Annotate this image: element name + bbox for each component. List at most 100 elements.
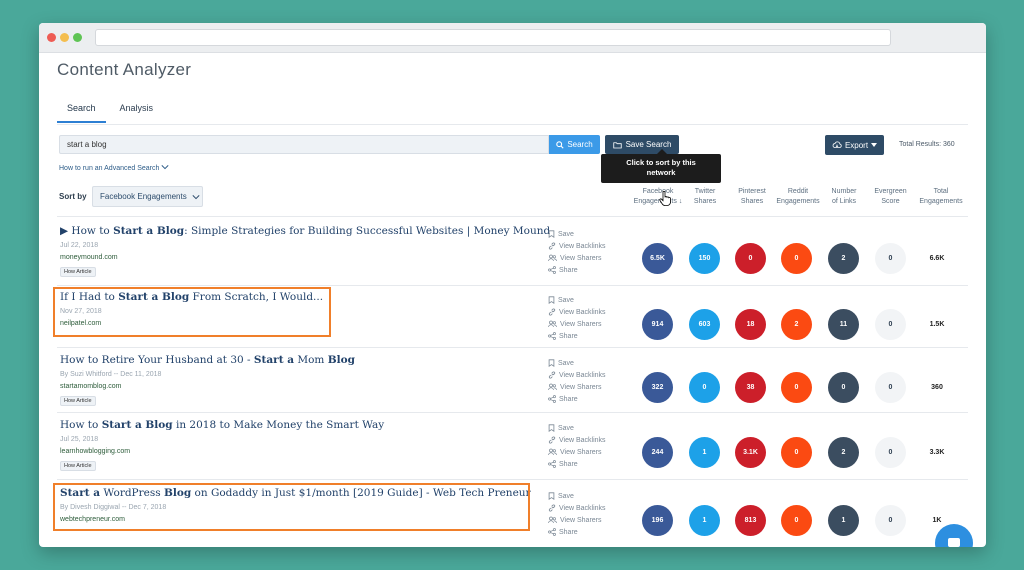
col-line1: Evergreen: [874, 188, 907, 195]
share-action[interactable]: Share: [548, 264, 606, 276]
column-header-pinterest[interactable]: Pinterest Shares: [731, 187, 773, 207]
reddit-count[interactable]: 0: [781, 243, 812, 274]
article-meta: By Suzi Whitford -- Dec 11, 2018: [60, 371, 162, 378]
save-action[interactable]: Save: [548, 357, 606, 369]
links-count[interactable]: 1: [828, 505, 859, 536]
title-bar: [39, 23, 986, 53]
view-sharers-action[interactable]: View Sharers: [548, 252, 606, 264]
pinterest-count[interactable]: 813: [735, 505, 766, 536]
share-icon: [548, 460, 556, 468]
article-meta: Jul 22, 2018: [60, 242, 99, 249]
tab-search[interactable]: Search: [57, 103, 106, 123]
links-count[interactable]: 0: [828, 372, 859, 403]
share-action[interactable]: Share: [548, 330, 606, 342]
maximize-window-button[interactable]: [73, 33, 82, 42]
tab-bar: Search Analysis: [57, 103, 167, 123]
action-label: Save: [558, 424, 574, 432]
reddit-count[interactable]: 0: [781, 437, 812, 468]
view-sharers-action[interactable]: View Sharers: [548, 318, 606, 330]
sort-by-select[interactable]: Facebook Engagements: [92, 186, 203, 207]
view-sharers-action[interactable]: View Sharers: [548, 381, 606, 393]
view-backlinks-action[interactable]: View Backlinks: [548, 434, 606, 446]
facebook-count[interactable]: 914: [642, 309, 673, 340]
save-action[interactable]: Save: [548, 228, 606, 240]
view-backlinks-action[interactable]: View Backlinks: [548, 369, 606, 381]
article-title-link[interactable]: How to Retire Your Husband at 30 - Start…: [60, 354, 355, 366]
column-header-total[interactable]: Total Engagements: [916, 187, 966, 207]
column-header-twitter[interactable]: Twitter Shares: [684, 187, 726, 207]
share-action[interactable]: Share: [548, 458, 606, 470]
evergreen-count[interactable]: 0: [875, 372, 906, 403]
total-engagements: 360: [931, 384, 943, 391]
article-title-link[interactable]: How to Start a Blog in 2018 to Make Mone…: [60, 419, 384, 431]
article-domain[interactable]: learnhowblogging.com: [60, 448, 130, 455]
total-engagements: 1K: [932, 517, 942, 524]
caret-down-icon: [871, 143, 878, 147]
twitter-count[interactable]: 1: [689, 437, 720, 468]
column-header-links[interactable]: Number of Links: [823, 187, 865, 207]
advanced-search-label: How to run an Advanced Search: [59, 165, 160, 172]
chevron-down-icon: [161, 165, 169, 170]
links-count[interactable]: 11: [828, 309, 859, 340]
article-domain[interactable]: moneymound.com: [60, 254, 118, 261]
view-sharers-action[interactable]: View Sharers: [548, 446, 606, 458]
view-backlinks-action[interactable]: View Backlinks: [548, 240, 606, 252]
search-button[interactable]: Search: [549, 135, 600, 154]
minimize-window-button[interactable]: [60, 33, 69, 42]
reddit-count[interactable]: 0: [781, 505, 812, 536]
action-label: View Sharers: [560, 516, 602, 524]
facebook-count[interactable]: 322: [642, 372, 673, 403]
row-actions: Save View Backlinks View Sharers Share: [548, 357, 606, 405]
advanced-search-link[interactable]: How to run an Advanced Search: [59, 164, 169, 172]
share-action[interactable]: Share: [548, 526, 606, 538]
evergreen-count[interactable]: 0: [875, 437, 906, 468]
view-sharers-action[interactable]: View Sharers: [548, 514, 606, 526]
facebook-count[interactable]: 244: [642, 437, 673, 468]
reddit-count[interactable]: 2: [781, 309, 812, 340]
pinterest-count[interactable]: 38: [735, 372, 766, 403]
title-text: How to Retire Your Husband at 30 -: [60, 354, 254, 366]
save-action[interactable]: Save: [548, 294, 606, 306]
action-label: View Backlinks: [559, 308, 606, 316]
users-icon: [548, 254, 557, 262]
sort-by-value: Facebook Engagements: [100, 192, 187, 201]
article-title-link[interactable]: ▶ How to Start a Blog: Simple Strategies…: [60, 225, 550, 237]
pinterest-count[interactable]: 18: [735, 309, 766, 340]
reddit-count[interactable]: 0: [781, 372, 812, 403]
pinterest-count[interactable]: 0: [735, 243, 766, 274]
tab-analysis[interactable]: Analysis: [110, 103, 164, 123]
title-text: in 2018 to Make Money the Smart Way: [172, 419, 385, 431]
view-backlinks-action[interactable]: View Backlinks: [548, 306, 606, 318]
evergreen-count[interactable]: 0: [875, 505, 906, 536]
search-input[interactable]: start a blog: [59, 135, 549, 154]
column-header-reddit[interactable]: Reddit Engagements: [773, 187, 823, 207]
facebook-count[interactable]: 6.5K: [642, 243, 673, 274]
share-action[interactable]: Share: [548, 393, 606, 405]
twitter-count[interactable]: 1: [689, 505, 720, 536]
view-backlinks-action[interactable]: View Backlinks: [548, 502, 606, 514]
total-results: Total Results: 360: [899, 141, 955, 148]
bookmark-icon: [548, 424, 555, 432]
twitter-count[interactable]: 150: [689, 243, 720, 274]
twitter-count[interactable]: 603: [689, 309, 720, 340]
save-action[interactable]: Save: [548, 490, 606, 502]
column-header-facebook[interactable]: Facebook Engagements ↓: [632, 187, 684, 207]
highlight-box: [53, 483, 530, 531]
facebook-count[interactable]: 196: [642, 505, 673, 536]
evergreen-count[interactable]: 0: [875, 243, 906, 274]
close-window-button[interactable]: [47, 33, 56, 42]
save-action[interactable]: Save: [548, 422, 606, 434]
search-icon: [556, 140, 564, 149]
links-count[interactable]: 2: [828, 243, 859, 274]
links-count[interactable]: 2: [828, 437, 859, 468]
row-divider: [57, 412, 968, 413]
action-label: View Sharers: [560, 254, 602, 262]
pinterest-count[interactable]: 3.1K: [735, 437, 766, 468]
twitter-count[interactable]: 0: [689, 372, 720, 403]
save-search-button[interactable]: Save Search: [605, 135, 679, 154]
address-bar[interactable]: [95, 29, 891, 46]
article-domain[interactable]: startamomblog.com: [60, 383, 121, 390]
export-button[interactable]: Export: [825, 135, 884, 155]
evergreen-count[interactable]: 0: [875, 309, 906, 340]
column-header-evergreen[interactable]: Evergreen Score: [868, 187, 913, 207]
